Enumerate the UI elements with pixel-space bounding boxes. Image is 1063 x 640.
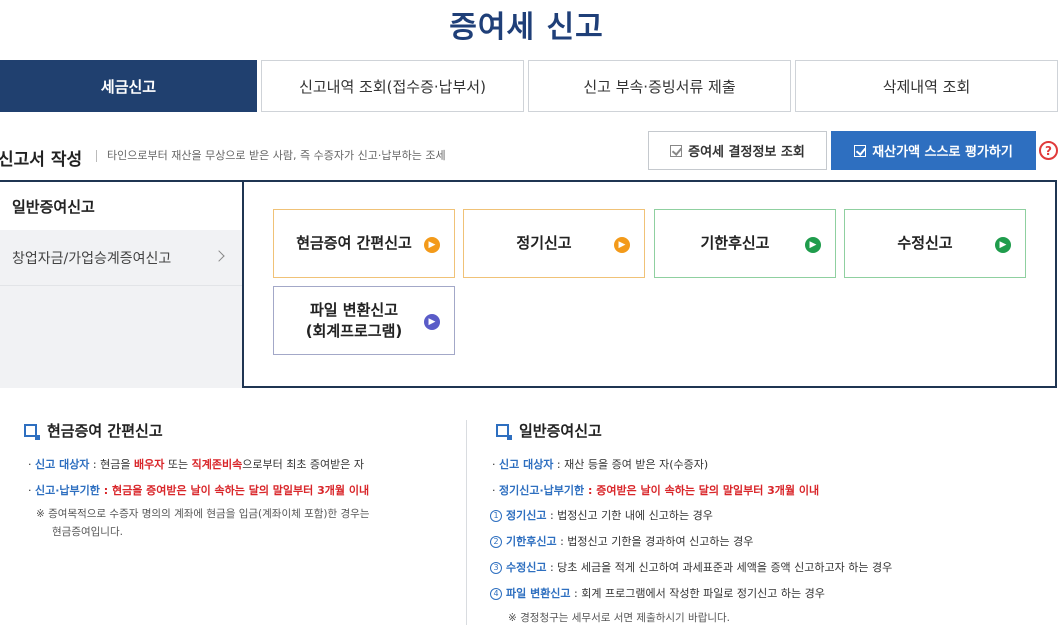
card-label: 기한후신고: [700, 234, 770, 252]
arrow-right-icon: ▶: [424, 237, 440, 253]
cash-gift-simple-report-card[interactable]: 현금증여 간편신고 ▶: [273, 209, 455, 278]
label: 정기신고: [506, 509, 547, 522]
bullet-square-icon: [496, 424, 512, 440]
number-badge: 3: [490, 562, 502, 574]
late-report-card[interactable]: 기한후신고 ▶: [654, 209, 836, 278]
label: 신고·납부기한: [35, 484, 100, 497]
checkbox-icon: [670, 144, 683, 157]
card-label: 수정신고: [897, 234, 953, 252]
number-badge: 2: [490, 536, 502, 548]
text: : 현금을: [89, 458, 134, 471]
general-item-line: 2 기한후신고 : 법정신고 기한을 경과하여 신고하는 경우: [490, 533, 753, 549]
text: : 법정신고 기한 내에 신고하는 경우: [546, 509, 713, 522]
label: 정기신고·납부기한: [499, 484, 585, 497]
help-icon[interactable]: ?: [1039, 141, 1058, 160]
section-description: 타인으로부터 재산을 무상으로 받은 사람, 즉 수증자가 신고·납부하는 조세: [96, 150, 446, 162]
label: 신고 대상자: [499, 458, 554, 471]
page-title: 증여세 신고: [449, 10, 604, 45]
tab-bar: 세금신고 신고내역 조회(접수증·납부서) 신고 부속·증빙서류 제출 삭제내역…: [0, 60, 1060, 112]
sidebar-inactive-area: 창업자금/가업승계증여신고: [0, 230, 243, 388]
decision-lookup-button[interactable]: 증여세 결정정보 조회: [648, 131, 827, 170]
cash-info-title-text: 현금증여 간편신고: [47, 422, 163, 440]
text: : 법정신고 기한을 경과하여 신고하는 경우: [556, 535, 754, 548]
tab-tax-report[interactable]: 세금신고: [0, 60, 257, 112]
sidebar-item-general[interactable]: 일반증여신고: [0, 180, 244, 230]
general-deadline-line: · 정기신고·납부기한 : 증여받은 날이 속하는 달의 말일부터 3개월 이내: [492, 484, 820, 497]
label: 신고 대상자: [35, 458, 90, 471]
general-item-line: 3 수정신고 : 당초 세금을 적게 신고하여 과세표준과 세액을 증액 신고하고…: [490, 559, 892, 575]
number-badge: 1: [490, 510, 502, 522]
number-badge: 4: [490, 588, 502, 600]
report-type-sidebar: 일반증여신고 창업자금/가업승계증여신고: [0, 180, 244, 388]
card-label: 파일 변환신고 (회계프로그램): [306, 300, 423, 342]
card-label: 정기신고: [516, 234, 572, 252]
card-label: 현금증여 간편신고: [296, 234, 412, 252]
emphasis: 배우자: [134, 458, 165, 471]
cash-note-line2: 현금증여입니다.: [52, 526, 123, 538]
general-item-line: 1 정기신고 : 법정신고 기한 내에 신고하는 경우: [490, 507, 713, 523]
tab-report-history[interactable]: 신고내역 조회(접수증·납부서): [261, 60, 524, 112]
tab-attachment-submit[interactable]: 신고 부속·증빙서류 제출: [528, 60, 791, 112]
cash-info-title: 현금증여 간편신고: [24, 420, 163, 441]
text: : 회계 프로그램에서 작성한 파일로 정기신고 하는 경우: [570, 587, 825, 600]
arrow-right-icon: ▶: [424, 314, 440, 330]
text: 으로부터 최초 증여받은 자: [242, 458, 365, 471]
general-info-title: 일반증여신고: [496, 420, 602, 441]
card-label-line1: 파일 변환신고: [309, 300, 398, 319]
general-info-title-text: 일반증여신고: [519, 422, 602, 440]
section-title: 신고서 작성: [0, 150, 83, 170]
label: 기한후신고: [506, 535, 557, 548]
general-target-line: · 신고 대상자 : 재산 등을 증여 받은 자(수증자): [492, 458, 709, 471]
arrow-right-icon: ▶: [995, 237, 1011, 253]
emphasis: 직계존비속: [191, 458, 243, 471]
decision-lookup-label: 증여세 결정정보 조회: [688, 145, 805, 160]
card-label-line2: (회계프로그램): [305, 321, 403, 340]
text: : 재산 등을 증여 받은 자(수증자): [553, 458, 709, 471]
emphasis: : 증여받은 날이 속하는 달의 말일부터 3개월 이내: [584, 484, 820, 497]
general-item-line: 4 파일 변환신고 : 회계 프로그램에서 작성한 파일로 정기신고 하는 경우: [490, 585, 825, 601]
cash-note-line1: ※ 증여목적으로 수증자 명의의 계좌에 현금을 입금(계좌이체 포함)한 경우…: [36, 508, 370, 520]
cash-deadline-line: · 신고·납부기한 : 현금을 증여받은 날이 속하는 달의 말일부터 3개월 …: [28, 484, 370, 497]
amended-report-card[interactable]: 수정신고 ▶: [844, 209, 1026, 278]
general-note-line: ※ 경정청구는 세무서로 서면 제출하시기 바랍니다.: [508, 612, 731, 624]
label: 수정신고: [506, 561, 547, 574]
sidebar-item-label: 창업자금/가업승계증여신고: [12, 250, 172, 267]
file-conversion-report-card[interactable]: 파일 변환신고 (회계프로그램) ▶: [273, 286, 455, 355]
cash-target-line: · 신고 대상자 : 현금을 배우자 또는 직계존비속으로부터 최초 증여받은 …: [28, 458, 365, 471]
text: : 당초 세금을 적게 신고하여 과세표준과 세액을 증액 신고하고자 하는 경…: [546, 561, 893, 574]
emphasis: : 현금을 증여받은 날이 속하는 달의 말일부터 3개월 이내: [99, 484, 370, 497]
bullet-square-icon: [24, 424, 40, 440]
chevron-right-icon: [213, 250, 225, 262]
checkbox-icon: [854, 144, 867, 157]
self-assessment-label: 재산가액 스스로 평가하기: [872, 145, 1013, 160]
arrow-right-icon: ▶: [805, 237, 821, 253]
label: 파일 변환신고: [506, 587, 571, 600]
arrow-right-icon: ▶: [614, 237, 630, 253]
info-divider: [466, 420, 467, 625]
text: 또는: [164, 458, 192, 471]
tab-deleted-history[interactable]: 삭제내역 조회: [795, 60, 1058, 112]
regular-report-card[interactable]: 정기신고 ▶: [463, 209, 645, 278]
sidebar-item-startup[interactable]: 창업자금/가업승계증여신고: [0, 230, 243, 286]
self-assessment-button[interactable]: 재산가액 스스로 평가하기: [831, 131, 1036, 170]
